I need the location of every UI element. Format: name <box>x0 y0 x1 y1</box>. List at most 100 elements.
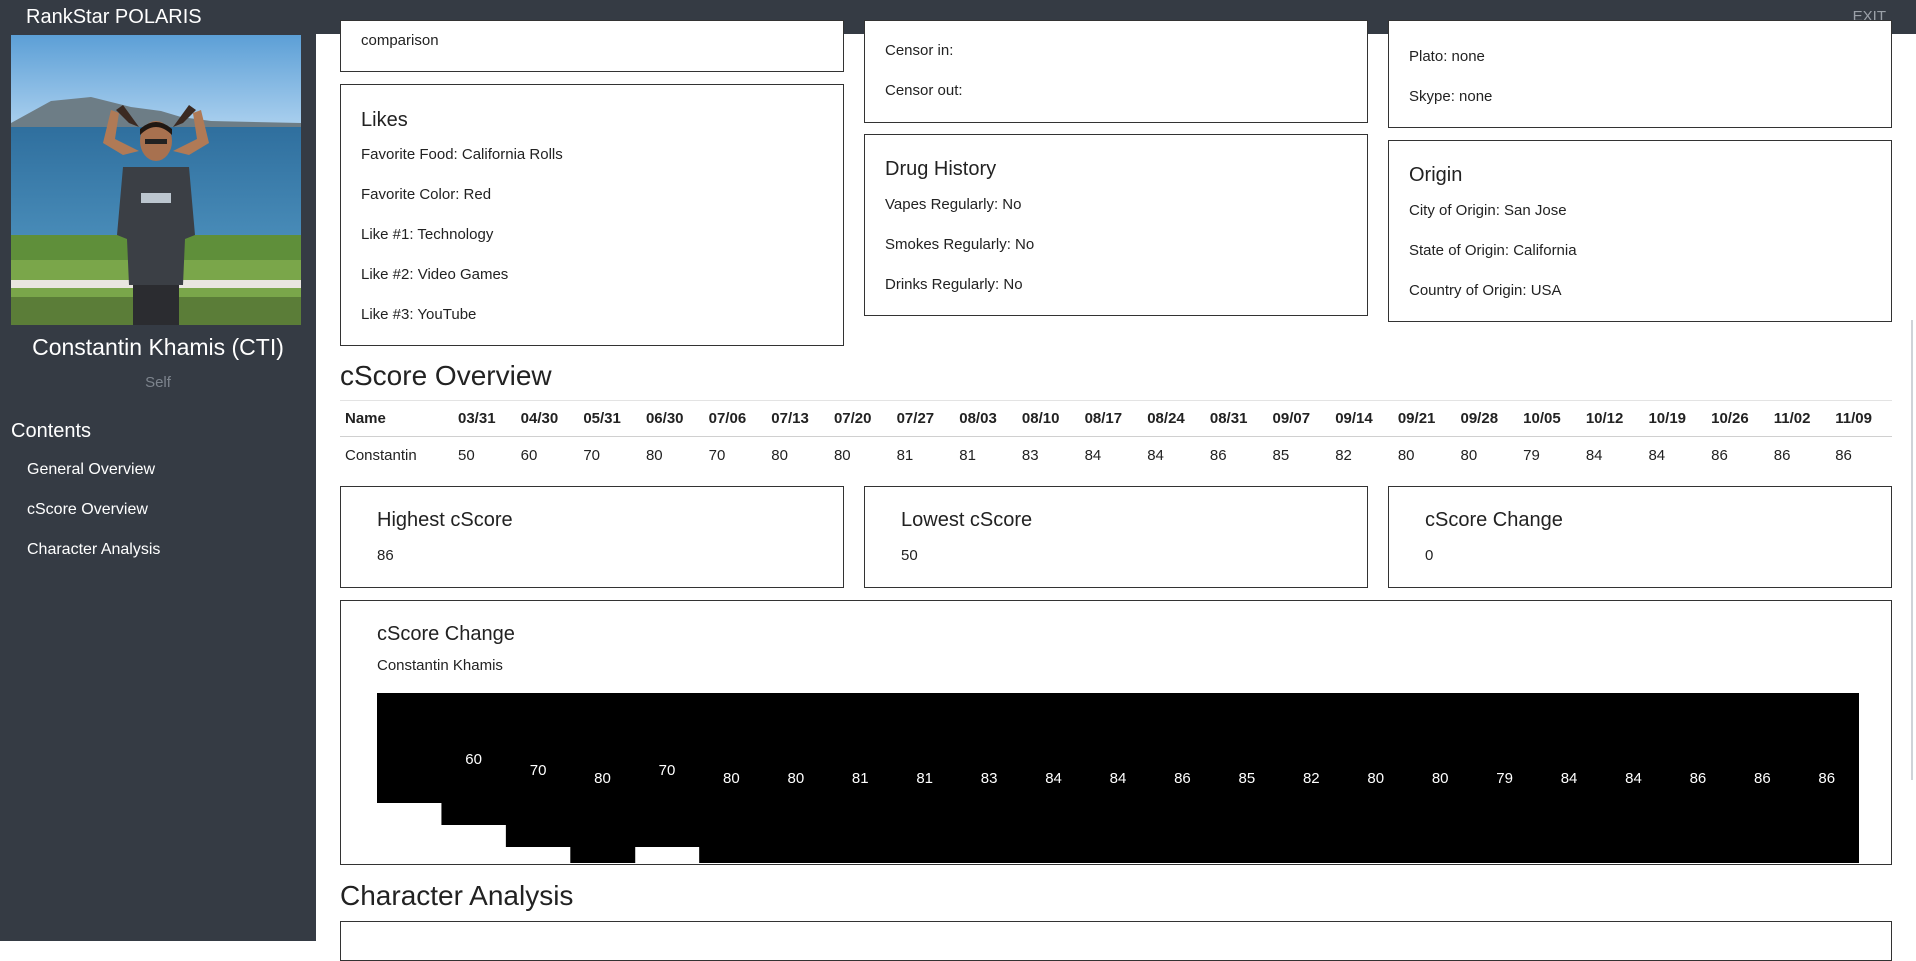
lowest-cscore-title: Lowest cScore <box>901 509 1033 531</box>
table-header-date: 06/30 <box>640 400 704 437</box>
origin-title: Origin <box>1409 164 1463 186</box>
table-cell-score: 86 <box>1209 447 1227 464</box>
table-header-date: 07/20 <box>828 400 892 437</box>
chart-bar-label: 84 <box>1625 770 1642 787</box>
origin-card: Origin City of Origin: San Jose State of… <box>1388 140 1892 322</box>
skype-line: Skype: none <box>1409 88 1493 105</box>
table-row: Constantin 50 60 70 80 70 80 80 81 81 83 84 84 86 85 82… <box>340 437 1892 475</box>
profile-name: Constantin Khamis (CTI) <box>32 334 284 360</box>
table-cell-score: 84 <box>1084 447 1102 464</box>
chart-bar <box>377 693 442 803</box>
table-header-date: 07/13 <box>766 400 829 437</box>
chart-bar-label: 80 <box>1367 770 1384 787</box>
cscore-chart-card: cScore Change Constantin Khamis 60 70 80 70… <box>340 600 1892 865</box>
table-cell-score: 81 <box>959 447 976 464</box>
drug-line: Vapes Regularly: No <box>885 196 1022 213</box>
drug-line: Drinks Regularly: No <box>885 276 1023 293</box>
contents-heading: Contents <box>11 420 92 442</box>
table-header-date: 08/24 <box>1142 400 1205 437</box>
cscore-change-card: cScore Change 0 <box>1388 486 1892 588</box>
cscore-change-value: 0 <box>1425 547 1434 564</box>
highest-cscore-value: 86 <box>377 547 394 564</box>
sidebar-item-character-analysis[interactable]: Character Analysis <box>27 541 160 559</box>
table-header-date: 05/31 <box>578 400 641 437</box>
sidebar-item-cscore-overview[interactable]: cScore Overview <box>27 501 148 519</box>
sidebar-item-general-overview[interactable]: General Overview <box>27 461 155 479</box>
chart-bar-label: 86 <box>1818 770 1835 787</box>
table-header-date: 08/17 <box>1079 400 1143 437</box>
chart-bar-label: 80 <box>1432 770 1449 787</box>
table-header-name: Name <box>340 400 453 437</box>
drug-line: Smokes Regularly: No <box>885 236 1035 253</box>
table-header-date: 07/27 <box>891 400 955 437</box>
chart-bar-label: 83 <box>981 770 998 787</box>
cscore-table: Name 03/31 04/30 05/31 06/30 07/06 07/13 07/20 0… <box>340 400 1892 474</box>
comparison-text: comparison <box>361 32 439 49</box>
table-header-date: 09/07 <box>1267 400 1331 437</box>
table-header-date: 08/31 <box>1204 400 1268 437</box>
table-cell-score: 84 <box>1585 447 1603 464</box>
chart-bar-label: 70 <box>659 762 676 779</box>
highest-cscore-title: Highest cScore <box>377 509 513 531</box>
cscore-overview-title: cScore Overview <box>340 360 552 391</box>
table-header-date: 11/02 <box>1768 400 1831 437</box>
chart-subtitle: Constantin Khamis <box>377 657 503 674</box>
comparison-card: comparison <box>340 20 844 72</box>
chart-bar-label: 86 <box>1690 770 1707 787</box>
app-title: RankStar POLARIS <box>26 6 202 28</box>
table-header-date: 08/03 <box>954 400 1017 437</box>
table-header-date: 09/21 <box>1392 400 1456 437</box>
table-cell-name: Constantin <box>345 447 417 464</box>
plato-line: Plato: none <box>1409 48 1485 65</box>
scrollbar[interactable] <box>1911 320 1913 780</box>
table-cell-score: 83 <box>1021 447 1039 464</box>
table-header-date: 11/09 <box>1830 400 1892 437</box>
cscore-bar-chart: 60 70 80 70 80 80 81 81 83 84 84 86 85 82 80 80 79 84 84 86… <box>377 693 1859 863</box>
character-analysis-title: Character Analysis <box>340 880 574 911</box>
table-header-date: 08/10 <box>1016 400 1080 437</box>
table-cell-score: 80 <box>771 447 788 464</box>
table-header-date: 09/28 <box>1455 400 1519 437</box>
highest-cscore-card: Highest cScore 86 <box>340 486 844 588</box>
like-line: Favorite Food: California Rolls <box>361 146 563 163</box>
table-header-date: 10/19 <box>1643 400 1707 437</box>
chart-bar-label: 80 <box>787 770 804 787</box>
origin-line: Country of Origin: USA <box>1409 282 1562 299</box>
chart-bar-label: 80 <box>594 770 611 787</box>
table-cell-score: 80 <box>1460 447 1478 464</box>
chart-bar-label: 81 <box>852 770 869 787</box>
table-cell-score: 70 <box>583 447 600 464</box>
chart-bar-label: 84 <box>1561 770 1578 787</box>
cscore-change-title: cScore Change <box>1425 509 1563 531</box>
censor-out: Censor out: <box>885 82 963 99</box>
sidebar: Constantin Khamis (CTI) Self Contents Ge… <box>0 34 316 941</box>
table-cell-score: 80 <box>645 447 663 464</box>
profile-photo <box>11 35 301 325</box>
likes-title: Likes <box>361 109 408 131</box>
lowest-cscore-card: Lowest cScore 50 <box>864 486 1368 588</box>
table-header-date: 04/30 <box>515 400 579 437</box>
chart-bar-label: 60 <box>465 751 482 768</box>
table-cell-score: 60 <box>520 447 538 464</box>
table-cell-score: 80 <box>833 447 851 464</box>
table-cell-score: 82 <box>1335 447 1352 464</box>
drug-history-title: Drug History <box>885 158 997 180</box>
chart-bar-label: 86 <box>1174 770 1191 787</box>
table-header-date: 10/26 <box>1706 400 1769 437</box>
like-line: Like #1: Technology <box>361 226 494 243</box>
table-cell-score: 86 <box>1773 447 1791 464</box>
table-header-date: 07/06 <box>703 400 767 437</box>
chart-title: cScore Change <box>377 623 515 645</box>
lowest-cscore-value: 50 <box>901 547 918 564</box>
chart-bar-label: 80 <box>723 770 740 787</box>
likes-card: Likes Favorite Food: California Rolls Fa… <box>340 84 844 346</box>
table-cell-score: 50 <box>458 447 475 464</box>
table-cell-score: 80 <box>1397 447 1415 464</box>
table-header-date: 03/31 <box>453 400 516 437</box>
table-header-date: 10/05 <box>1518 400 1581 437</box>
table-cell-score: 70 <box>708 447 726 464</box>
table-cell-score: 81 <box>896 447 914 464</box>
social-card: Plato: none Skype: none <box>1388 20 1892 128</box>
like-line: Like #2: Video Games <box>361 266 509 283</box>
table-header-row: Name 03/31 04/30 05/31 06/30 07/06 07/13 07/20 0… <box>340 400 1892 437</box>
